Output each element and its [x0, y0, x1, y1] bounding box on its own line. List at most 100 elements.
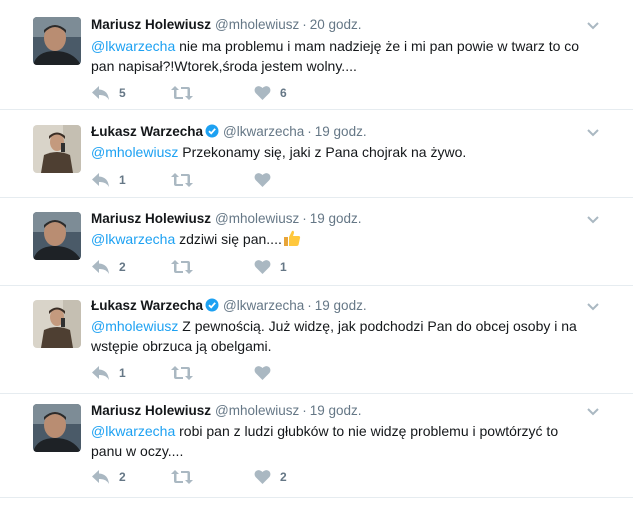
reply-icon — [92, 366, 109, 380]
tweet-actions: 1 — [91, 171, 391, 189]
retweet-icon — [171, 470, 193, 484]
avatar[interactable] — [33, 300, 81, 348]
reply-count: 2 — [119, 470, 126, 484]
reply-button[interactable]: 5 — [91, 84, 126, 102]
reply-icon — [92, 470, 109, 484]
dot-separator: · — [302, 17, 307, 32]
reply-button[interactable]: 1 — [91, 171, 126, 189]
tweet-partial[interactable] — [0, 498, 633, 512]
tweet-header: Mariusz Holewiusz @mholewiusz · 19 godz. — [91, 210, 362, 228]
tweet-actions: 2 1 — [91, 258, 391, 276]
reply-count: 1 — [119, 173, 126, 187]
reply-button[interactable]: 2 — [91, 468, 126, 486]
chevron-down-icon[interactable] — [586, 212, 600, 226]
tweet-text: @lkwarzecha nie ma problemu i mam nadzie… — [91, 36, 591, 76]
author-name[interactable]: Mariusz Holewiusz — [91, 17, 211, 32]
reply-icon — [92, 86, 109, 100]
tweet-header: Łukasz Warzecha @lkwarzecha · 19 godz. — [91, 123, 367, 141]
author-name[interactable]: Łukasz Warzecha — [91, 298, 203, 313]
retweet-button[interactable] — [171, 258, 202, 276]
tweet-text: @mholewiusz Przekonamy się, jaki z Pana … — [91, 142, 591, 162]
dot-separator: · — [302, 211, 307, 226]
timestamp[interactable]: 19 godz. — [310, 403, 362, 418]
verified-badge-icon — [205, 298, 219, 312]
retweet-button[interactable] — [171, 468, 202, 486]
tweet-header: Mariusz Holewiusz @mholewiusz · 20 godz. — [91, 16, 362, 34]
tweet[interactable]: Mariusz Holewiusz @mholewiusz · 19 godz. @l… — [0, 198, 633, 286]
retweet-button[interactable] — [171, 84, 202, 102]
like-button[interactable]: 2 — [254, 468, 287, 486]
retweet-icon — [171, 366, 193, 380]
tweet-text: @lkwarzecha robi pan z ludzi głubków to … — [91, 421, 591, 461]
mention-link[interactable]: @mholewiusz — [91, 318, 178, 334]
author-handle[interactable]: @mholewiusz — [215, 403, 299, 418]
like-icon — [254, 173, 271, 187]
tweet-header: Mariusz Holewiusz @mholewiusz · 19 godz. — [91, 402, 362, 420]
author-name[interactable]: Mariusz Holewiusz — [91, 211, 211, 226]
avatar[interactable] — [33, 212, 81, 260]
author-handle[interactable]: @lkwarzecha — [223, 124, 304, 139]
tweet-text: @lkwarzecha zdziwi się pan.... — [91, 229, 591, 249]
mention-link[interactable]: @mholewiusz — [91, 144, 178, 160]
tweet-actions: 5 6 — [91, 84, 391, 102]
like-icon — [254, 470, 271, 484]
timeline: Mariusz Holewiusz @mholewiusz · 20 godz. @l… — [0, 0, 633, 512]
timestamp[interactable]: 20 godz. — [310, 17, 362, 32]
retweet-button[interactable] — [171, 364, 202, 382]
like-button[interactable] — [254, 171, 280, 189]
reply-button[interactable]: 2 — [91, 258, 126, 276]
like-count: 6 — [280, 86, 287, 100]
retweet-icon — [171, 173, 193, 187]
avatar[interactable] — [33, 404, 81, 452]
author-name[interactable]: Mariusz Holewiusz — [91, 403, 211, 418]
reply-button[interactable]: 1 — [91, 364, 126, 382]
chevron-down-icon[interactable] — [586, 404, 600, 418]
verified-badge-icon — [205, 124, 219, 138]
like-count: 2 — [280, 470, 287, 484]
chevron-down-icon[interactable] — [586, 18, 600, 32]
thumbs-up-emoji — [283, 230, 300, 246]
avatar[interactable] — [33, 125, 81, 173]
tweet-body: zdziwi się pan.... — [175, 231, 282, 247]
avatar[interactable] — [33, 508, 81, 512]
tweet-text: @mholewiusz Z pewnością. Już widzę, jak … — [91, 316, 591, 356]
timestamp[interactable]: 19 godz. — [310, 211, 362, 226]
like-icon — [254, 86, 271, 100]
tweet-actions: 1 — [91, 364, 391, 382]
like-count: 1 — [280, 260, 287, 274]
reply-icon — [92, 260, 109, 274]
tweet[interactable]: Łukasz Warzecha @lkwarzecha · 19 godz. @mho… — [0, 110, 633, 198]
tweet[interactable]: Mariusz Holewiusz @mholewiusz · 19 godz. @l… — [0, 394, 633, 498]
retweet-icon — [171, 260, 193, 274]
like-icon — [254, 366, 271, 380]
retweet-icon — [171, 86, 193, 100]
chevron-down-icon[interactable] — [586, 125, 600, 139]
author-name[interactable]: Łukasz Warzecha — [91, 124, 203, 139]
author-handle[interactable]: @mholewiusz — [215, 211, 299, 226]
chevron-down-icon[interactable] — [586, 299, 600, 313]
mention-link[interactable]: @lkwarzecha — [91, 38, 175, 54]
dot-separator: · — [307, 124, 312, 139]
retweet-button[interactable] — [171, 171, 202, 189]
reply-count: 2 — [119, 260, 126, 274]
author-handle[interactable]: @lkwarzecha — [223, 298, 304, 313]
reply-count: 5 — [119, 86, 126, 100]
mention-link[interactable]: @lkwarzecha — [91, 423, 175, 439]
tweet-actions: 2 2 — [91, 468, 391, 486]
like-button[interactable]: 6 — [254, 84, 287, 102]
dot-separator: · — [307, 298, 312, 313]
avatar[interactable] — [33, 17, 81, 65]
like-button[interactable]: 1 — [254, 258, 287, 276]
tweet[interactable]: Mariusz Holewiusz @mholewiusz · 20 godz. @l… — [0, 0, 633, 110]
author-handle[interactable]: @mholewiusz — [215, 17, 299, 32]
timestamp[interactable]: 19 godz. — [315, 124, 367, 139]
timestamp[interactable]: 19 godz. — [315, 298, 367, 313]
dot-separator: · — [302, 403, 307, 418]
tweet-body: Przekonamy się, jaki z Pana chojrak na ż… — [178, 144, 467, 160]
reply-count: 1 — [119, 366, 126, 380]
like-button[interactable] — [254, 364, 280, 382]
reply-icon — [92, 173, 109, 187]
tweet[interactable]: Łukasz Warzecha @lkwarzecha · 19 godz. @mho… — [0, 286, 633, 394]
like-icon — [254, 260, 271, 274]
mention-link[interactable]: @lkwarzecha — [91, 231, 175, 247]
